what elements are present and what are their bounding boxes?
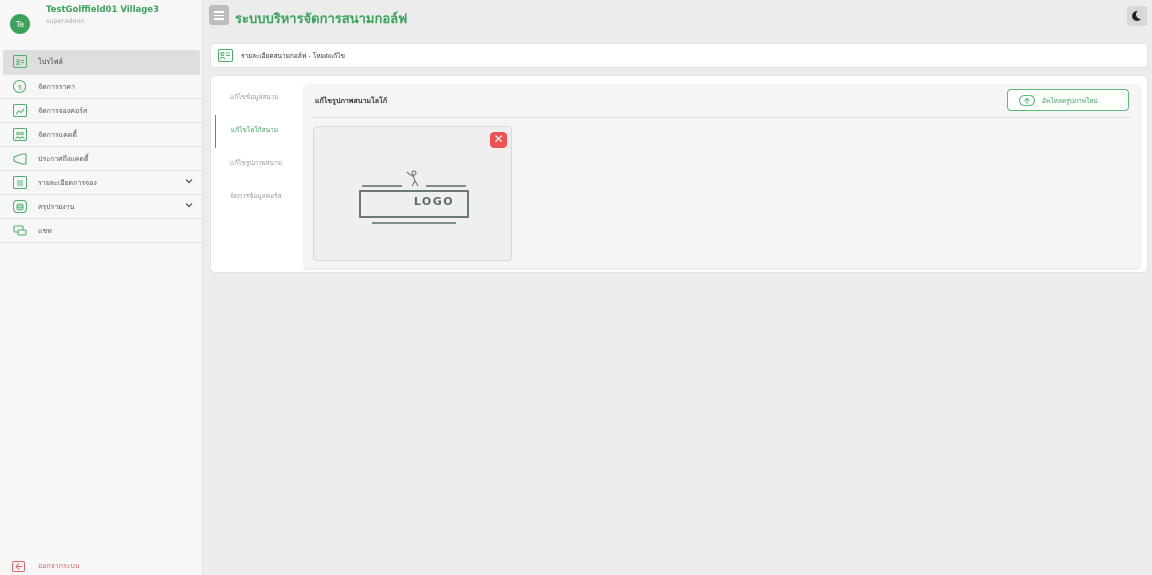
trend-chart-icon: [13, 104, 27, 117]
sidebar-item-label: สรุปรายงาน: [38, 203, 75, 211]
profile-role: superadmin: [46, 17, 85, 25]
logo-edit-panel: แก้ไขรูปภาพสนามโลโก้ อัพโหลดรูปภาพใหม่ ✕: [304, 84, 1140, 268]
sidebar-item-caddies[interactable]: จัดการแคดดี้: [0, 123, 203, 147]
settings-subnav: แก้ไขข้อมูลสนาม แก้ไขโลโก้สนาม แก้ไขรูปภ…: [215, 82, 299, 214]
logout-label: ออกจากระบบ: [38, 562, 80, 570]
users-icon: [13, 128, 27, 141]
upload-button-label: อัพโหลดรูปภาพใหม่: [1042, 97, 1098, 105]
list-icon: [13, 176, 27, 189]
tab-edit-logo[interactable]: แก้ไขโลโก้สนาม: [215, 115, 299, 148]
chevron-down-icon[interactable]: [185, 177, 193, 185]
moon-icon: [1132, 10, 1145, 21]
dollar-icon: $: [13, 80, 26, 93]
logo-text: LOGO: [413, 195, 455, 208]
profile-header: Te TestGolffield01 Village3 superadmin: [0, 0, 203, 44]
upload-new-image-button[interactable]: อัพโหลดรูปภาพใหม่: [1007, 89, 1129, 111]
svg-text:$: $: [17, 83, 21, 91]
sidebar-menu: โปรไฟล์ $ จัดการราคา จัดการจองคอร์ส จัดก…: [0, 50, 203, 243]
sidebar-item-reports[interactable]: สรุปรายงาน: [0, 195, 203, 219]
theme-toggle-button[interactable]: [1127, 6, 1147, 26]
sidebar-item-label: แชท: [38, 227, 52, 235]
profile-name: TestGolffield01 Village3: [46, 5, 159, 15]
sidebar-item-label: จัดการราคา: [38, 83, 75, 91]
tab-manage-courses[interactable]: จัดการข้อมูลคอร์ส: [215, 181, 299, 214]
profile-card-icon: [218, 49, 233, 62]
profile-card-icon: [13, 55, 27, 68]
app-title: ระบบบริหารจัดการสนามกอล์ฟ: [235, 12, 408, 27]
logout-button[interactable]: ออกจากระบบ: [12, 561, 79, 572]
avatar: Te: [10, 14, 30, 34]
sidebar: Te TestGolffield01 Village3 superadmin โ…: [0, 0, 203, 575]
tab-edit-field-images[interactable]: แก้ไขรูปภาพสนาม: [215, 148, 299, 181]
logo-image: LOGO: [358, 169, 470, 229]
sidebar-item-pricing[interactable]: $ จัดการราคา: [0, 75, 203, 99]
cloud-upload-icon: [1019, 95, 1035, 106]
chevron-down-icon[interactable]: [185, 201, 193, 209]
megaphone-icon: [13, 152, 27, 165]
panel-title: แก้ไขรูปภาพสนามโลโก้: [315, 97, 388, 105]
sidebar-item-announcements[interactable]: ประกาศถึงแคดดี้: [0, 147, 203, 171]
breadcrumb: รายละเอียดสนามกอล์ฟ - โหมดแก้ไข: [210, 43, 1148, 68]
chat-icon: [13, 224, 27, 237]
delete-logo-button[interactable]: ✕: [490, 132, 507, 148]
tab-edit-field-info[interactable]: แก้ไขข้อมูลสนาม: [215, 82, 299, 115]
sidebar-item-label: จัดการจองคอร์ส: [38, 107, 88, 115]
divider: [312, 117, 1132, 118]
sidebar-item-label: โปรไฟล์: [38, 58, 63, 66]
sidebar-item-course-booking[interactable]: จัดการจองคอร์ส: [0, 99, 203, 123]
logout-icon: [12, 561, 25, 572]
breadcrumb-text: รายละเอียดสนามกอล์ฟ - โหมดแก้ไข: [241, 52, 345, 60]
sidebar-item-label: รายละเอียดการจอง: [38, 179, 97, 187]
close-icon: ✕: [493, 132, 504, 146]
logo-preview: ✕ LOGO: [313, 126, 512, 261]
sidebar-item-label: ประกาศถึงแคดดี้: [38, 155, 89, 163]
sidebar-item-label: จัดการแคดดี้: [38, 131, 77, 139]
sidebar-item-profile[interactable]: โปรไฟล์: [3, 50, 200, 75]
topbar: ระบบบริหารจัดการสนามกอล์ฟ: [203, 0, 1152, 36]
database-icon: [13, 200, 27, 213]
menu-toggle-button[interactable]: [209, 5, 229, 25]
main-card: แก้ไขข้อมูลสนาม แก้ไขโลโก้สนาม แก้ไขรูปภ…: [210, 75, 1148, 273]
sidebar-item-chat[interactable]: แชท: [0, 219, 203, 243]
sidebar-item-booking-details[interactable]: รายละเอียดการจอง: [0, 171, 203, 195]
